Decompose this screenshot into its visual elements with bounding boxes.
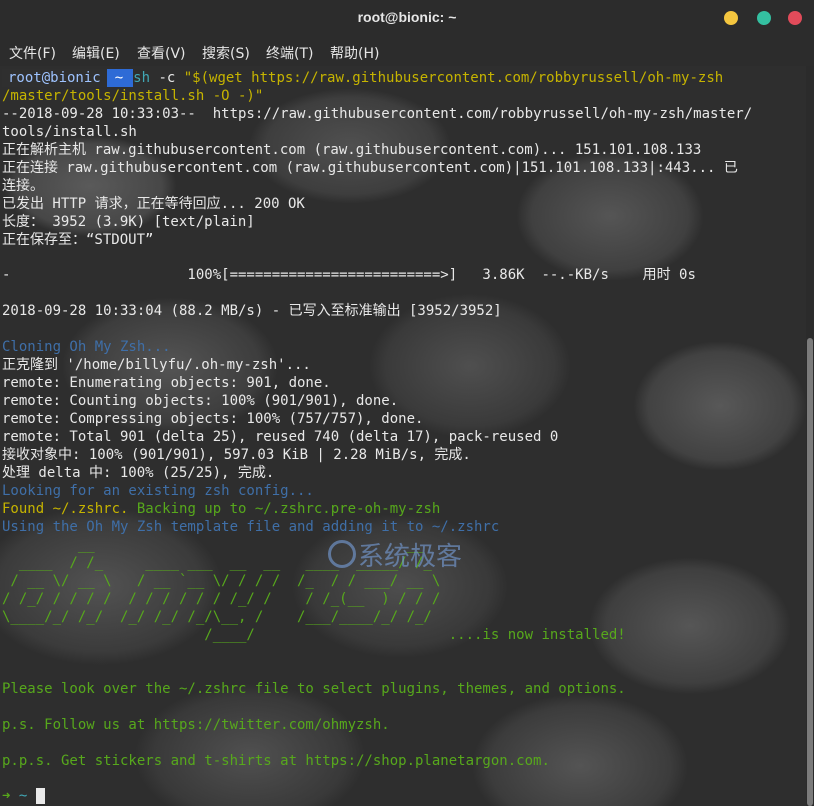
watermark-icon [328,540,356,568]
window-title: root@bionic: ~ [357,9,457,25]
output-line: 接收对象中: 100% (901/901), 597.03 KiB | 2.28… [2,447,471,463]
ascii-art-line: / /_/ / / / / / / / / / / /_/ / / /_(__ … [2,591,441,607]
command-continuation: /master/tools/install.sh -O -)" [2,88,264,104]
info-line: Please look over the ~/.zshrc file to se… [2,681,626,697]
menu-help[interactable]: 帮助(H) [330,43,379,63]
close-button[interactable] [788,11,802,25]
command-args: -c [150,70,184,86]
output-line: remote: Compressing objects: 100% (757/7… [2,411,424,427]
menu-edit[interactable]: 编辑(E) [72,43,120,63]
command-name: sh [133,70,151,86]
output-line: remote: Counting objects: 100% (901/901)… [2,393,399,409]
cursor [35,788,45,804]
output-line: tools/install.sh [2,124,137,140]
status-line: Found ~/.zshrc. Backing up to ~/.zshrc.p… [2,500,440,518]
output-line: 处理 delta 中: 100% (25/25), 完成. [2,465,275,481]
menu-view[interactable]: 查看(V) [137,43,186,63]
output-line: 正在解析主机 raw.githubusercontent.com (raw.gi… [2,142,702,158]
ascii-art-line: \____/_/ /_/ /_/ /_/ /_/\__, / /___/____… [2,609,432,625]
info-line: p.s. Follow us at https://twitter.com/oh… [2,717,390,733]
watermark-logo: 系统极客 [328,536,462,573]
status-line: Looking for an existing zsh config... [2,483,314,499]
ascii-art-line: / __ \/ __ \ / __ `__ \/ / / / /_ / / __… [2,573,441,589]
menu-bar: 文件(F) 编辑(E) 查看(V) 搜索(S) 终端(T) 帮助(H) [0,36,814,66]
prompt-user: root@bionic [2,69,107,87]
output-line: remote: Total 901 (delta 25), reused 740… [2,429,559,445]
minimize-button[interactable] [724,11,738,25]
output-line: 2018-09-28 10:33:04 (88.2 MB/s) - 已写入至标准… [2,303,502,319]
scrollbar[interactable] [806,66,814,806]
output-line: 连接。 [2,178,44,194]
output-line: 正克隆到 '/home/billyfu/.oh-my-zsh'... [2,357,311,373]
terminal-window: root@bionic: ~ 文件(F) 编辑(E) 查看(V) 搜索(S) 终… [0,0,814,806]
menu-file[interactable]: 文件(F) [9,43,56,63]
ascii-art-installed-line: /____/ ....is now installed! [2,627,626,643]
status-line: Using the Oh My Zsh template file and ad… [2,519,500,535]
scrollbar-thumb[interactable] [807,338,813,806]
terminal-output[interactable]: root@bionic ~ sh -c "$(wget https://raw.gi… [0,66,806,806]
prompt-dir: ~ [106,69,134,87]
output-line: remote: Enumerating objects: 901, done. [2,375,331,391]
output-line: --2018-09-28 10:33:03-- https://raw.gith… [2,106,753,122]
menu-terminal[interactable]: 终端(T) [266,43,313,63]
output-line: 长度： 3952 (3.9K) [text/plain] [2,214,255,230]
found-text: Found ~/.zshrc. [2,501,129,517]
info-line: p.p.s. Get stickers and t-shirts at http… [2,753,550,769]
download-progress: - 100%[=========================>] 3.86K… [2,267,696,283]
title-bar[interactable]: root@bionic: ~ [0,0,814,36]
output-line: 已发出 HTTP 请求，正在等待回应... 200 OK [2,196,305,212]
backup-text: Backing up to ~/.zshrc.pre-oh-my-zsh [128,501,441,517]
status-line: Cloning Oh My Zsh... [2,339,171,355]
output-line: 正在保存至：“STDOUT” [2,232,154,248]
output-line: 正在连接 raw.githubusercontent.com (raw.gith… [2,160,738,176]
maximize-button[interactable] [757,11,771,25]
prompt-line: root@bionic ~ sh -c "$(wget https://raw.gi… [2,69,723,87]
menu-search[interactable]: 搜索(S) [202,43,250,63]
command-quoted: "$(wget https://raw.githubusercontent.co… [183,70,724,86]
final-prompt[interactable]: ➜ ~ [2,787,45,805]
